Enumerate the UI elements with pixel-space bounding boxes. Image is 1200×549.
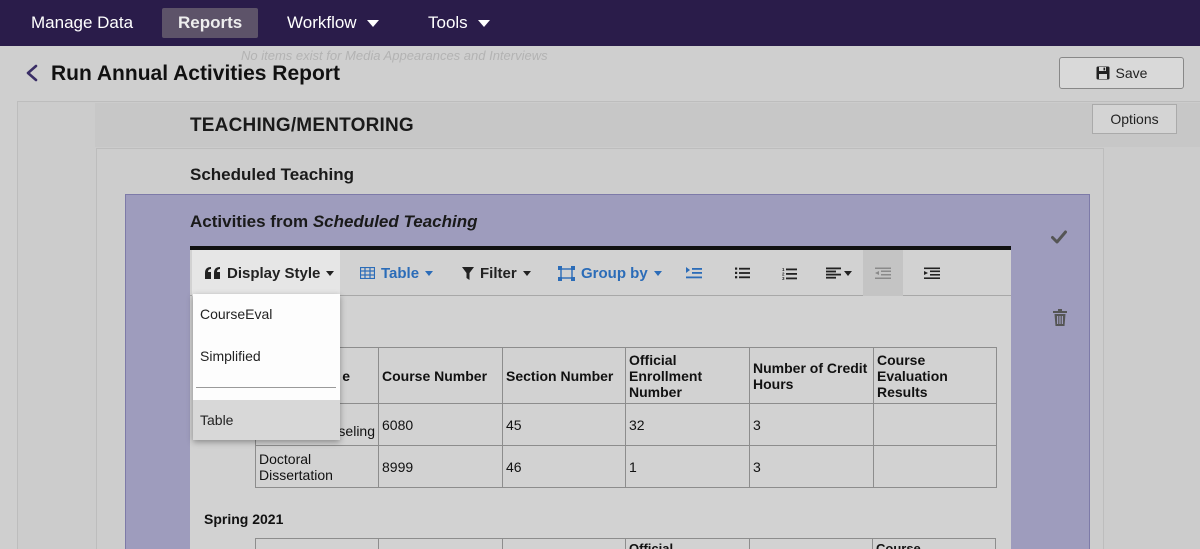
outdent-button[interactable] (863, 250, 903, 296)
activities-title: Activities from Scheduled Teaching (190, 212, 478, 231)
top-nav: Manage Data Reports Workflow Tools (0, 0, 1200, 46)
subsection-title: Scheduled Teaching (190, 165, 355, 184)
display-style-button[interactable]: Display Style (192, 250, 340, 296)
term-heading: Spring 2021 (204, 511, 284, 527)
table-cell: 8999 (378, 445, 503, 488)
nav-tools[interactable]: Tools (412, 8, 506, 38)
save-icon (1096, 66, 1110, 80)
table-row: /Cou nseling 6080 45 32 3 (255, 403, 997, 446)
next-term-table: Official Course (255, 538, 996, 549)
back-chevron-icon[interactable] (24, 63, 40, 83)
align-left-icon (826, 267, 841, 279)
section-title: TEACHING/MENTORING (190, 115, 414, 136)
table-cell: Doctoral Dissertation (255, 445, 379, 488)
table-cell: 45 (502, 403, 626, 446)
chevron-down-icon (653, 270, 662, 276)
nav-manage-data[interactable]: Manage Data (15, 8, 149, 38)
table-button[interactable]: Table (360, 250, 434, 296)
numbered-list-button[interactable]: 1 2 3 (782, 250, 797, 296)
table-cell: 3 (749, 403, 874, 446)
save-button[interactable]: Save (1059, 57, 1184, 89)
column-header: Course (876, 541, 921, 549)
chevron-down-icon (425, 270, 434, 276)
indent-list-button[interactable] (686, 250, 702, 296)
table-cell (873, 403, 997, 446)
column-header: Official Enrollment Number (625, 347, 750, 404)
chevron-down-icon (366, 20, 379, 28)
group-by-icon (558, 265, 575, 281)
trash-icon[interactable] (1053, 309, 1067, 326)
menu-item-table[interactable]: Table (193, 400, 340, 440)
filter-button[interactable]: Filter (462, 250, 531, 296)
table-cell: 6080 (378, 403, 503, 446)
save-label: Save (1115, 65, 1148, 81)
filter-icon (462, 266, 474, 280)
table-cell: 46 (502, 445, 626, 488)
nav-workflow[interactable]: Workflow (271, 8, 395, 38)
menu-item-courseeval[interactable]: CourseEval (193, 294, 340, 334)
svg-text:3: 3 (782, 276, 785, 280)
bulleted-list-button[interactable] (735, 250, 750, 296)
group-by-button[interactable]: Group by (558, 250, 662, 296)
table-cell (873, 445, 997, 488)
page-title: Run Annual Activities Report (51, 62, 340, 85)
numbered-list-icon: 1 2 3 (782, 267, 797, 280)
table-header-row: e Course Number Section Number Official … (255, 347, 997, 404)
display-style-menu: CourseEval Simplified Table (193, 294, 340, 440)
editor-toolbar: Display Style Table Filter Group by 1 2 … (190, 250, 1011, 296)
align-button[interactable] (826, 250, 852, 296)
table-cell: 3 (749, 445, 874, 488)
indent-right-icon (924, 267, 940, 279)
column-header: Section Number (502, 347, 626, 404)
table-cell: 32 (625, 403, 750, 446)
chevron-down-icon (522, 270, 531, 276)
ghost-note: No items exist for Media Appearances and… (241, 48, 548, 63)
menu-item-simplified[interactable]: Simplified (193, 336, 340, 376)
chevron-down-icon (477, 20, 490, 28)
column-header: Official (629, 541, 674, 549)
menu-divider (196, 387, 336, 388)
column-header: Course Evaluation Results (873, 347, 997, 404)
table-icon (360, 267, 375, 279)
chevron-down-icon (844, 270, 852, 276)
column-header: Course Number (378, 347, 503, 404)
indent-button[interactable] (924, 250, 940, 296)
table-cell: 1 (625, 445, 750, 488)
outdent-icon (875, 267, 891, 279)
activities-table: e Course Number Section Number Official … (255, 347, 997, 488)
indent-icon (686, 267, 702, 279)
nav-reports[interactable]: Reports (162, 8, 259, 38)
table-row: Doctoral Dissertation 8999 46 1 3 (255, 445, 997, 488)
check-icon[interactable] (1051, 230, 1067, 244)
bulleted-list-icon (735, 267, 750, 279)
column-header: Number of Credit Hours (749, 347, 874, 404)
quote-icon (205, 267, 220, 279)
chevron-down-icon (326, 270, 335, 276)
options-button[interactable]: Options (1092, 104, 1177, 134)
